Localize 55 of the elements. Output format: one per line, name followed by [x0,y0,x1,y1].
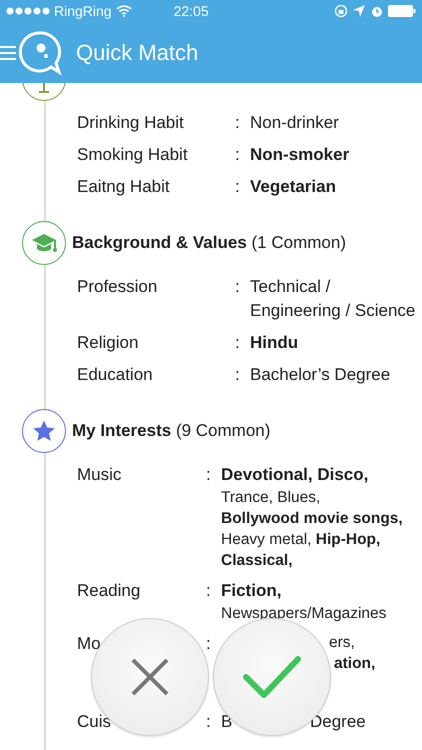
row-value: Non-drinker [250,112,339,134]
location-icon [352,4,366,18]
row-value: Newspapers/Magazines [221,604,386,624]
battery-icon [388,5,416,17]
row-label: Profession [77,276,158,298]
row-label: Smoking Habit [77,144,188,166]
row-label: Music [77,464,122,486]
star-icon [32,419,56,443]
row-value: Bollywood movie songs, [221,509,403,529]
row-value: Bachelor’s Degree [250,364,390,386]
row-label: Eaitng Habit [77,176,170,198]
row-value: ers, [329,633,355,653]
row-value: Hindu [250,332,298,354]
row-value: ation, [334,654,376,674]
colon: : [206,633,212,655]
colon: : [235,276,241,298]
row-label: Religion [77,332,138,354]
row-value: Technical / [250,276,330,298]
row-label: Cuis [77,711,112,733]
row-label: Reading [77,580,140,602]
row-value: Fiction, [221,580,282,602]
carrier-name: RingRing [54,3,112,19]
signal-icon [6,7,50,15]
clock-time: 22:05 [174,3,209,19]
rotation-lock-icon [334,4,348,18]
colon: : [206,580,212,602]
row-value: Classical, [221,551,293,571]
chat-bubble-logo-icon [16,30,62,76]
section-title: My Interests (9 Common) [72,421,270,441]
colon: : [235,332,241,354]
graduation-cap-icon [31,232,57,254]
row-label: Education [77,364,153,386]
colon: : [235,364,241,386]
row-label: Mo [77,633,101,655]
row-value: Non-smoker [250,144,350,166]
section-title: Background & Values (1 Common) [72,233,346,253]
colon: : [206,711,212,733]
row-value: Engineering / Science [250,300,416,322]
wifi-icon [116,5,132,17]
close-icon [130,657,170,697]
menu-icon[interactable] [0,44,16,60]
colon: : [235,144,241,166]
row-value: Degree [310,711,366,733]
colon: : [235,112,241,134]
alarm-icon [370,4,384,18]
row-value: Devotional, Disco, [221,464,368,486]
row-value: Vegetarian [250,176,336,198]
page-title: Quick Match [76,40,198,66]
row-label: Drinking Habit [77,112,184,134]
row-value: Trance, Blues, [221,488,320,508]
glass-stem-icon [39,83,49,93]
row-value: Heavy metal, Hip-Hop, [221,530,380,550]
colon: : [235,176,241,198]
checkmark-icon [243,656,301,698]
colon: : [206,464,212,486]
